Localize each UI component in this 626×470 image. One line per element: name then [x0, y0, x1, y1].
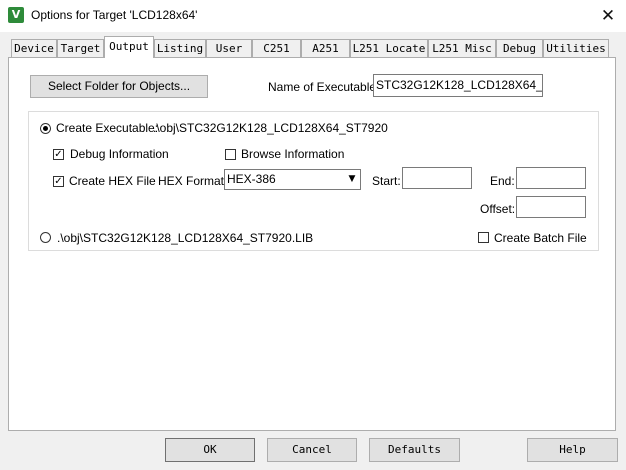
end-label: End:: [490, 174, 515, 188]
chevron-down-icon[interactable]: ▼: [344, 170, 360, 189]
defaults-button[interactable]: Defaults: [369, 438, 460, 462]
tab-user[interactable]: User: [206, 39, 252, 57]
create-batch-file-label: Create Batch File: [494, 231, 587, 245]
name-of-executable-input[interactable]: STC32G12K128_LCD128X64_ST7920: [373, 74, 543, 97]
create-library-radio[interactable]: [40, 232, 51, 243]
debug-information-label: Debug Information: [70, 147, 169, 161]
select-folder-button[interactable]: Select Folder for Objects...: [30, 75, 208, 98]
create-hex-checkbox[interactable]: ✓: [53, 176, 64, 187]
tab-l251-locate[interactable]: L251 Locate: [350, 39, 428, 57]
cancel-button[interactable]: Cancel: [267, 438, 357, 462]
offset-label: Offset:: [480, 202, 516, 216]
tab-device[interactable]: Device: [11, 39, 57, 57]
create-executable-radio[interactable]: [40, 123, 51, 134]
create-library-label: .\obj\STC32G12K128_LCD128X64_ST7920.LIB: [57, 231, 314, 245]
start-label: Start:: [372, 174, 401, 188]
app-icon: V: [8, 7, 24, 23]
create-executable-label: Create Executable:: [56, 121, 159, 135]
tab-l251-misc[interactable]: L251 Misc: [428, 39, 496, 57]
create-executable-path: .\obj\STC32G12K128_LCD128X64_ST7920: [153, 121, 388, 135]
hex-format-label: HEX Format:: [158, 174, 228, 188]
tab-output[interactable]: Output: [104, 36, 154, 58]
ok-button[interactable]: OK: [165, 438, 255, 462]
tab-c251[interactable]: C251: [252, 39, 301, 57]
debug-information-checkbox[interactable]: ✓: [53, 149, 64, 160]
browse-information-checkbox[interactable]: [225, 149, 236, 160]
hex-format-select[interactable]: HEX-386 ▼: [224, 169, 361, 190]
name-of-executable-label: Name of Executable:: [268, 80, 380, 94]
offset-input[interactable]: [516, 196, 586, 218]
tab-a251[interactable]: A251: [301, 39, 350, 57]
tab-debug[interactable]: Debug: [496, 39, 543, 57]
create-hex-label: Create HEX File: [69, 174, 156, 188]
browse-information-label: Browse Information: [241, 147, 345, 161]
tab-utilities[interactable]: Utilities: [543, 39, 609, 57]
create-batch-file-checkbox[interactable]: [478, 232, 489, 243]
end-input[interactable]: [516, 167, 586, 189]
tab-target[interactable]: Target: [57, 39, 104, 57]
hex-format-value: HEX-386: [227, 172, 276, 186]
tab-listing[interactable]: Listing: [154, 39, 206, 57]
window-title: Options for Target 'LCD128x64': [31, 8, 198, 22]
start-input[interactable]: [402, 167, 472, 189]
help-button[interactable]: Help: [527, 438, 618, 462]
close-icon[interactable]: ✕: [590, 0, 626, 32]
